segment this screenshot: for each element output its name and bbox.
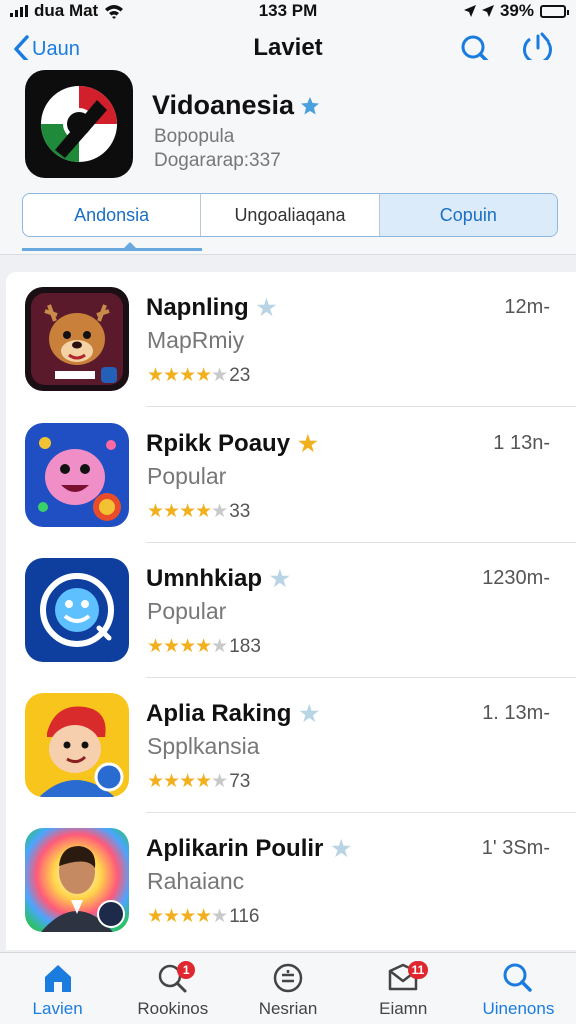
app-icon (25, 287, 129, 391)
portrait-icon (25, 828, 129, 932)
rating-stars-icon: ★★★★★ (147, 906, 228, 927)
app-icon (25, 828, 129, 932)
item-title: Rpikk Poauy ★ (146, 430, 318, 458)
item-rating: ★★★★★ 73 (147, 770, 250, 793)
rating-stars-icon: ★★★★★ (147, 501, 228, 522)
segment-indicator (22, 242, 202, 251)
smile-globe-icon (25, 558, 129, 662)
app-meta: Dogararap:337 (154, 150, 281, 171)
star-badge-icon: ★ (298, 431, 318, 456)
item-subtitle: Popular (147, 598, 227, 624)
battery-icon (540, 4, 569, 18)
app-logo-icon (41, 86, 117, 162)
item-title: Umnhkiap ★ (146, 565, 290, 593)
tab-bar: Lavien 1 Rookinos Nesrian 11 Eiamn Uinen… (0, 952, 576, 1024)
rating-count: 73 (229, 770, 251, 792)
item-subtitle: MapRmiy (147, 327, 245, 353)
item-title-text: Aplikarin Poulir (146, 835, 324, 862)
tab-lavien[interactable]: Lavien (0, 953, 115, 1024)
tab-label: Nesrian (258, 999, 318, 1018)
list-item[interactable]: Napnling ★ MapRmiy ★★★★★ 23 12m- (6, 272, 576, 407)
app-card: Vidoanesia Bopopula Dogararap:337 Andons… (0, 60, 576, 255)
tab-rookinos[interactable]: 1 Rookinos (115, 953, 230, 1024)
app-icon[interactable] (25, 70, 133, 178)
item-title: Napnling ★ (146, 294, 276, 322)
rating-count: 183 (229, 635, 261, 657)
app-icon (25, 423, 129, 527)
item-title-text: Napnling (146, 294, 249, 321)
verified-star-icon (301, 96, 320, 114)
segment-copuin[interactable]: Copuin (378, 194, 557, 236)
list-item[interactable]: Aplikarin Poulir ★ Rahaianc ★★★★★ 116 1'… (6, 813, 576, 948)
cartoon-boy-icon (25, 693, 129, 797)
status-time: 133 PM (258, 1, 318, 20)
rating-count: 116 (229, 905, 260, 927)
tab-uinenons[interactable]: Uinenons (461, 953, 576, 1024)
item-title: Aplia Raking ★ (146, 700, 319, 728)
item-meta: 1230m- (482, 567, 550, 589)
list-item[interactable]: Umnhkiap ★ Popular ★★★★★ 183 1230m- (6, 543, 576, 678)
deer-mascot-icon (25, 287, 129, 391)
rating-stars-icon: ★★★★★ (147, 365, 228, 386)
app-icon (25, 558, 129, 662)
item-meta: 1' 3Sm- (481, 837, 550, 859)
divider (146, 406, 576, 407)
app-name-text: Vidoanesia (152, 90, 295, 120)
item-subtitle: Popular (147, 463, 227, 489)
item-rating: ★★★★★ 23 (147, 364, 250, 387)
list-item[interactable]: Aplia Raking ★ Spplkansia ★★★★★ 73 1. 13… (6, 678, 576, 813)
item-title-text: Aplia Raking (146, 700, 292, 727)
home-icon (44, 965, 71, 992)
app-subtitle: Bopopula (154, 126, 235, 147)
tab-label: Lavien (32, 999, 83, 1018)
tab-nesrian[interactable]: Nesrian (230, 953, 345, 1024)
segment-ungoaliaqana[interactable]: Ungoaliaqana (200, 194, 378, 236)
equals-circle-icon (273, 963, 303, 993)
search-icon (503, 963, 533, 992)
segmented-control: Andonsia Ungoaliaqana Copuin (22, 193, 558, 237)
star-badge-icon: ★ (256, 295, 277, 320)
app-icon (25, 693, 129, 797)
item-title-text: Umnhkiap (146, 565, 263, 592)
item-rating: ★★★★★ 33 (147, 500, 250, 523)
item-title-text: Rpikk Poauy (146, 430, 291, 457)
item-meta: 1. 13m- (482, 702, 550, 724)
tab-label: Rookinos (137, 999, 209, 1018)
app-name: Vidoanesia (152, 90, 320, 121)
rating-stars-icon: ★★★★★ (147, 636, 228, 657)
notification-badge: 11 (407, 961, 429, 979)
rating-stars-icon: ★★★★★ (147, 771, 228, 792)
item-rating: ★★★★★ 116 (147, 905, 259, 928)
status-bar: dua Mat 133 PM 39% (0, 0, 576, 22)
app-list: Napnling ★ MapRmiy ★★★★★ 23 12m- Rpikk P… (6, 272, 576, 950)
item-subtitle: Rahaianc (147, 868, 245, 894)
tab-label: Eiamn (379, 999, 428, 1018)
star-badge-icon: ★ (331, 836, 352, 861)
item-title: Aplikarin Poulir ★ (146, 835, 351, 863)
rating-count: 33 (229, 500, 251, 522)
rating-count: 23 (229, 364, 251, 386)
item-subtitle: Spplkansia (147, 733, 260, 759)
pink-monster-icon (25, 423, 129, 527)
segment-andonsia[interactable]: Andonsia (23, 194, 200, 236)
item-meta: 12m- (504, 296, 550, 318)
item-meta: 1 13n- (493, 432, 550, 454)
tab-label: Uinenons (482, 999, 555, 1018)
star-badge-icon: ★ (299, 701, 320, 726)
notification-badge: 1 (177, 961, 196, 979)
star-badge-icon: ★ (270, 566, 290, 591)
list-item[interactable]: Rpikk Poauy ★ Popular ★★★★★ 33 1 13n- (6, 408, 576, 543)
tab-eiamn[interactable]: 11 Eiamn (346, 953, 461, 1024)
item-rating: ★★★★★ 183 (147, 635, 261, 658)
